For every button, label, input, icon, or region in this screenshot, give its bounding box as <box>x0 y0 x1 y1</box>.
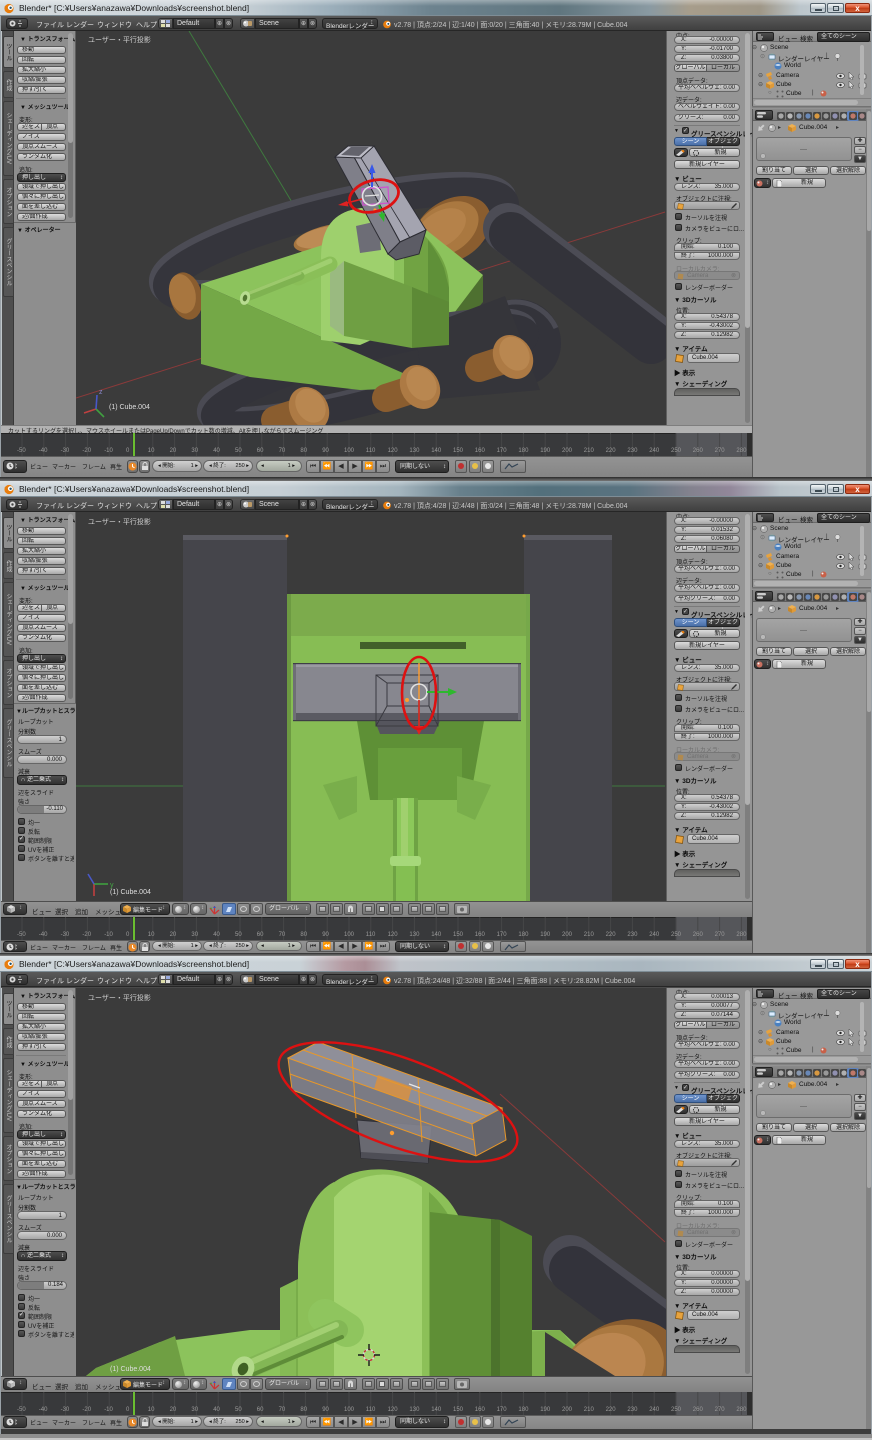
svg-text:z: z <box>99 389 103 396</box>
svg-text:y: y <box>110 882 114 889</box>
